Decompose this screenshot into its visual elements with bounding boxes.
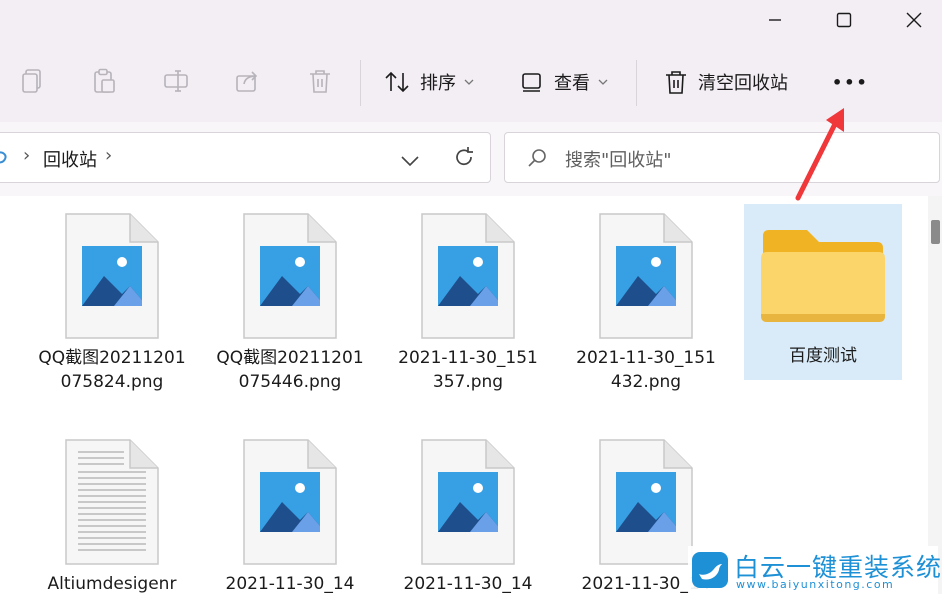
file-grid: QQ截图20211201075824.png QQ截图2021120107544… bbox=[0, 196, 928, 594]
refresh-button[interactable] bbox=[453, 146, 475, 172]
image-file-icon bbox=[216, 432, 364, 572]
paste-icon bbox=[94, 68, 115, 93]
breadcrumb-separator: › bbox=[105, 145, 113, 166]
image-file-icon bbox=[38, 206, 186, 346]
file-item[interactable]: QQ截图20211201075446.png bbox=[216, 206, 364, 394]
recycle-bin-icon bbox=[0, 151, 7, 164]
file-name: QQ截图20211201075446.png bbox=[216, 348, 364, 392]
chevron-down-icon bbox=[464, 78, 474, 86]
file-name: QQ截图20211201075824.png bbox=[38, 348, 186, 392]
address-dropdown-button[interactable] bbox=[401, 152, 419, 171]
bird-logo-icon bbox=[692, 552, 728, 588]
empty-recycle-bin-button[interactable]: 清空回收站 bbox=[664, 64, 788, 100]
sort-label: 排序 bbox=[420, 73, 456, 94]
watermark: 白云一键重装系统 www.baiyunxitong.com bbox=[688, 546, 941, 594]
search-box[interactable]: 搜索"回收站" bbox=[504, 132, 940, 183]
delete-icon bbox=[310, 70, 330, 93]
minimize-icon bbox=[769, 19, 781, 21]
command-bar: 排序 查看 清空回收站 ••• bbox=[0, 40, 942, 123]
folder-item[interactable]: 百度测试 bbox=[744, 204, 902, 380]
trash-icon bbox=[666, 71, 686, 94]
image-file-icon bbox=[394, 432, 542, 572]
view-icon bbox=[522, 73, 541, 92]
refresh-icon bbox=[456, 147, 473, 166]
toolbar-separator bbox=[360, 60, 361, 106]
breadcrumb-recycle-bin[interactable]: 回收站 bbox=[43, 146, 97, 172]
image-file-icon bbox=[572, 206, 720, 346]
copy-icon bbox=[22, 69, 41, 93]
image-file-icon bbox=[216, 206, 364, 346]
file-name: 2021-11-30_151357.png bbox=[398, 348, 538, 392]
sort-icon bbox=[385, 71, 409, 93]
file-name: 2021-11-30_14 bbox=[403, 574, 533, 594]
more-options-button[interactable]: ••• bbox=[832, 64, 869, 100]
chevron-down-icon bbox=[598, 78, 608, 86]
view-label: 查看 bbox=[554, 73, 590, 94]
file-name: 2021-11-30_14 bbox=[225, 574, 355, 594]
maximize-button[interactable] bbox=[821, 0, 867, 40]
file-name: Altiumdesigenr bbox=[47, 574, 177, 594]
share-button[interactable] bbox=[234, 67, 262, 95]
toolbar-separator bbox=[636, 60, 637, 106]
sort-button[interactable]: 排序 bbox=[384, 64, 474, 100]
search-icon bbox=[528, 149, 546, 167]
empty-bin-label: 清空回收站 bbox=[698, 73, 788, 94]
file-item[interactable]: 2021-11-30_151432.png bbox=[572, 206, 720, 394]
paste-button[interactable] bbox=[90, 67, 118, 95]
delete-button[interactable] bbox=[306, 67, 334, 95]
rename-button[interactable] bbox=[162, 67, 190, 95]
address-bar[interactable]: › 回收站 › bbox=[0, 132, 491, 183]
title-bar bbox=[0, 0, 942, 40]
rename-icon bbox=[164, 70, 188, 92]
address-row: › 回收站 › 搜索"回收站" bbox=[0, 122, 942, 196]
file-item[interactable]: 2021-11-30_151357.png bbox=[394, 206, 542, 394]
minimize-button[interactable] bbox=[752, 0, 798, 40]
more-icon: ••• bbox=[832, 72, 869, 92]
text-file-icon bbox=[38, 432, 186, 572]
breadcrumb-separator: › bbox=[23, 145, 31, 166]
file-name: 2021-11-30_151432.png bbox=[576, 348, 716, 392]
chevron-down-icon bbox=[401, 156, 419, 167]
watermark-url: www.baiyunxitong.com bbox=[736, 578, 895, 591]
folder-name: 百度测试 bbox=[789, 346, 857, 366]
copy-button[interactable] bbox=[18, 67, 46, 95]
close-button[interactable] bbox=[891, 0, 937, 40]
view-button[interactable]: 查看 bbox=[520, 64, 608, 100]
share-icon bbox=[236, 71, 258, 92]
close-icon bbox=[906, 12, 922, 28]
file-item[interactable]: 2021-11-30_14 bbox=[216, 432, 364, 594]
file-item[interactable]: QQ截图20211201075824.png bbox=[38, 206, 186, 394]
image-file-icon bbox=[394, 206, 542, 346]
vertical-scrollbar[interactable] bbox=[928, 196, 942, 594]
maximize-icon bbox=[836, 12, 852, 28]
search-placeholder: 搜索"回收站" bbox=[565, 150, 672, 171]
file-item[interactable]: 2021-11-30_14 bbox=[394, 432, 542, 594]
file-item[interactable]: Altiumdesigenr bbox=[38, 432, 186, 594]
folder-icon bbox=[744, 204, 902, 344]
scrollbar-thumb[interactable] bbox=[931, 220, 940, 244]
